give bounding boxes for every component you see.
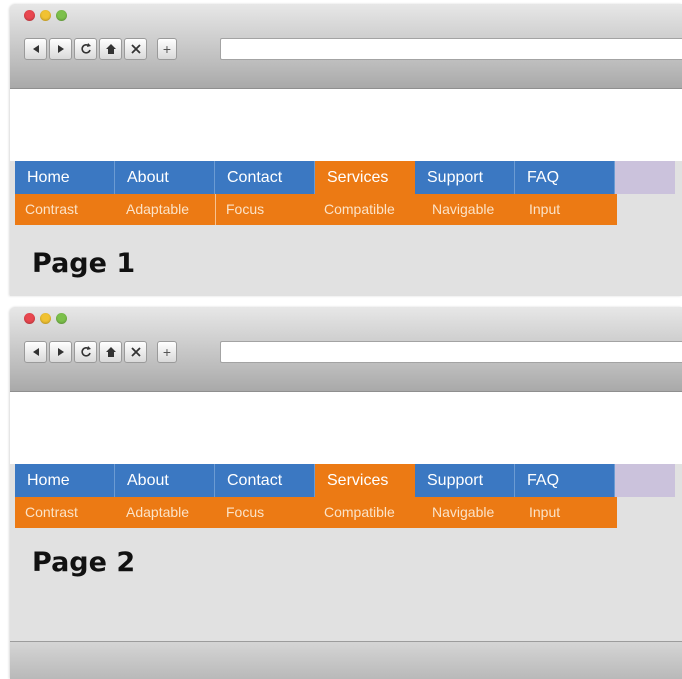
nav-support[interactable]: Support xyxy=(415,161,515,194)
nav-home[interactable]: Home xyxy=(15,161,115,194)
nav-support[interactable]: Support xyxy=(415,464,515,497)
stop-button[interactable] xyxy=(124,341,147,363)
window-controls xyxy=(24,10,67,21)
reload-icon xyxy=(80,346,91,357)
forward-button[interactable] xyxy=(49,38,72,60)
nav-filler xyxy=(615,464,675,497)
forward-icon xyxy=(57,348,64,356)
close-icon xyxy=(130,44,141,54)
browser-window-2: + Home About Contact Services Support FA… xyxy=(10,307,682,679)
home-button[interactable] xyxy=(99,38,122,60)
reload-button[interactable] xyxy=(74,341,97,363)
forward-icon xyxy=(57,45,64,53)
reload-button[interactable] xyxy=(74,38,97,60)
back-button[interactable] xyxy=(24,38,47,60)
address-bar[interactable] xyxy=(220,38,682,60)
browser-window-1: + Home About Contact Services Support FA… xyxy=(10,4,682,296)
page-header-area xyxy=(10,89,682,161)
subnav-input[interactable]: Input xyxy=(519,194,617,225)
minimize-window-button[interactable] xyxy=(40,313,51,324)
main-nav: Home About Contact Services Support FAQ xyxy=(15,161,675,194)
subnav-focus[interactable]: Focus xyxy=(216,194,314,225)
page-title: Page 2 xyxy=(32,547,136,578)
minimize-window-button[interactable] xyxy=(40,10,51,21)
close-window-button[interactable] xyxy=(24,313,35,324)
page-header-area xyxy=(10,392,682,464)
subnav-adaptable[interactable]: Adaptable xyxy=(116,497,216,528)
subnav-input[interactable]: Input xyxy=(519,497,617,528)
navigation-buttons: + xyxy=(24,341,179,363)
window-controls xyxy=(24,313,67,324)
subnav-compatible[interactable]: Compatible xyxy=(314,497,422,528)
back-button[interactable] xyxy=(24,341,47,363)
new-tab-button[interactable]: + xyxy=(157,341,177,363)
new-tab-label: + xyxy=(162,344,172,360)
new-tab-button[interactable]: + xyxy=(157,38,177,60)
nav-services[interactable]: Services xyxy=(315,161,415,194)
nav-services[interactable]: Services xyxy=(315,464,415,497)
home-button[interactable] xyxy=(99,341,122,363)
subnav-adaptable[interactable]: Adaptable xyxy=(116,194,216,225)
zoom-window-button[interactable] xyxy=(56,313,67,324)
zoom-window-button[interactable] xyxy=(56,10,67,21)
subnav-contrast[interactable]: Contrast xyxy=(15,194,116,225)
forward-button[interactable] xyxy=(49,341,72,363)
nav-about[interactable]: About xyxy=(115,464,215,497)
subnav-navigable[interactable]: Navigable xyxy=(422,497,519,528)
new-tab-label: + xyxy=(162,41,172,57)
subnav-contrast[interactable]: Contrast xyxy=(15,497,116,528)
home-icon xyxy=(105,44,116,54)
subnav-compatible[interactable]: Compatible xyxy=(314,194,422,225)
nav-faq[interactable]: FAQ xyxy=(515,161,615,194)
nav-filler xyxy=(615,161,675,194)
navigation-buttons: + xyxy=(24,38,179,60)
nav-contact[interactable]: Contact xyxy=(215,464,315,497)
nav-home[interactable]: Home xyxy=(15,464,115,497)
sub-nav: Contrast Adaptable Focus Compatible Navi… xyxy=(15,194,617,225)
browser-toolbar: + xyxy=(10,307,682,392)
page-title: Page 1 xyxy=(32,248,136,279)
nav-faq[interactable]: FAQ xyxy=(515,464,615,497)
address-bar[interactable] xyxy=(220,341,682,363)
back-icon xyxy=(32,45,39,53)
close-icon xyxy=(130,347,141,357)
sub-nav: Contrast Adaptable Focus Compatible Navi… xyxy=(15,497,617,528)
home-icon xyxy=(105,347,116,357)
reload-icon xyxy=(80,43,91,54)
stop-button[interactable] xyxy=(124,38,147,60)
main-nav: Home About Contact Services Support FAQ xyxy=(15,464,675,497)
close-window-button[interactable] xyxy=(24,10,35,21)
nav-about[interactable]: About xyxy=(115,161,215,194)
subnav-navigable[interactable]: Navigable xyxy=(422,194,519,225)
back-icon xyxy=(32,348,39,356)
subnav-focus[interactable]: Focus xyxy=(216,497,314,528)
status-bar xyxy=(10,641,682,679)
browser-toolbar: + xyxy=(10,4,682,89)
nav-contact[interactable]: Contact xyxy=(215,161,315,194)
